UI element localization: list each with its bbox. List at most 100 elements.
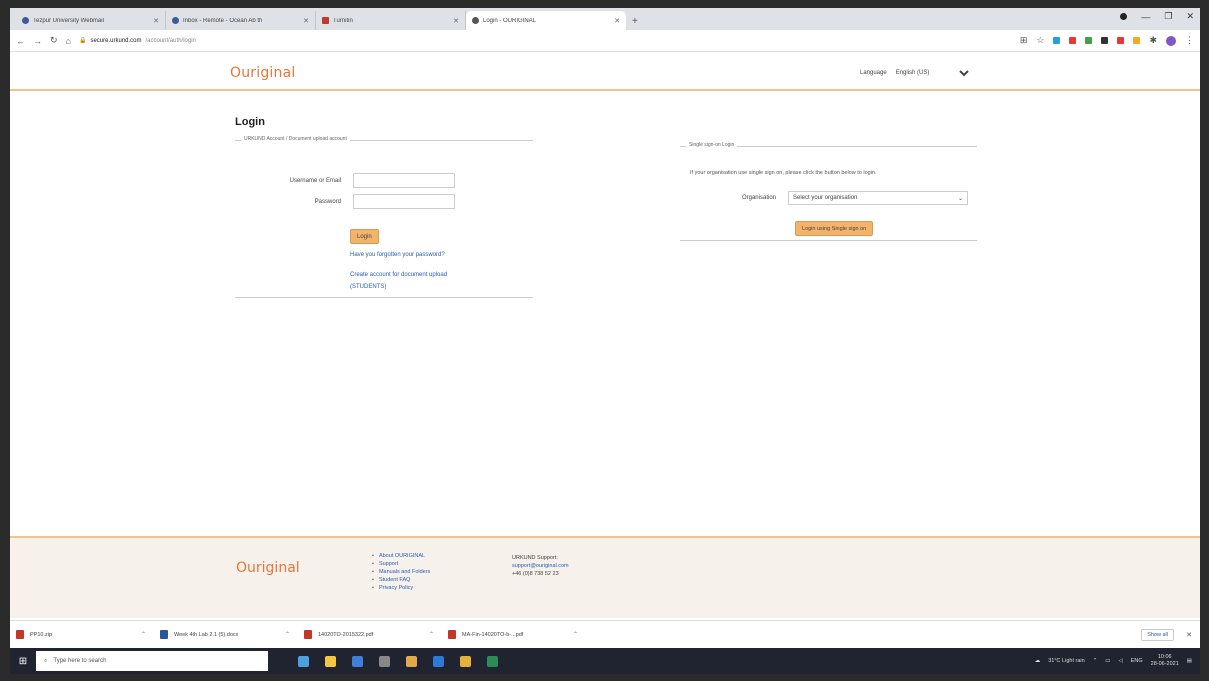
login-button[interactable]: Login <box>350 229 379 244</box>
pdf-file-icon <box>448 630 456 639</box>
site-header: Ouriginal Language English (US) <box>10 53 1200 91</box>
archive-file-icon <box>16 630 24 639</box>
chevron-up-icon[interactable]: ⌃ <box>141 631 146 638</box>
input-language[interactable]: ENG <box>1131 658 1143 664</box>
taskbar-apps <box>298 655 498 667</box>
chevron-up-icon[interactable]: ⌃ <box>1093 658 1098 664</box>
new-tab-button[interactable]: + <box>626 16 644 30</box>
chevron-up-icon[interactable]: ⌃ <box>285 631 290 638</box>
footer-link-manuals[interactable]: Manuals and Folders <box>372 568 430 576</box>
network-icon[interactable]: ▭ <box>1105 658 1110 664</box>
username-label: Username or Email <box>289 177 341 184</box>
reload-icon[interactable]: ↻ <box>50 35 58 46</box>
close-icon[interactable]: ✕ <box>453 17 459 25</box>
show-all-downloads-button[interactable]: Show all <box>1141 628 1174 641</box>
search-icon: ⌕ <box>44 657 48 664</box>
excel-icon[interactable] <box>487 655 498 667</box>
download-item[interactable]: MA-Fin-14020TO-b-...pdf ⌃ <box>448 630 578 639</box>
create-account-link[interactable]: Create account for document upload <box>350 272 447 278</box>
language-select[interactable]: English (US) <box>891 69 972 77</box>
weather-text[interactable]: 31°C Light rain <box>1048 658 1084 664</box>
windows-start-icon[interactable]: ⊞ <box>10 656 36 667</box>
organisation-select[interactable]: Select your organisation ⌄ <box>788 191 968 205</box>
home-icon[interactable]: ⌂ <box>66 36 71 46</box>
sso-description: If your organisation use single sign on,… <box>690 170 877 176</box>
tab-webmail[interactable]: Tezpur University Webmail ✕ <box>16 11 166 30</box>
tab-label: Inbox - Remote - Ocean Ab th <box>183 17 263 24</box>
close-icon[interactable]: ✕ <box>153 17 159 25</box>
translate-icon[interactable]: ⊞ <box>1020 35 1028 46</box>
tab-label: Turnitin <box>333 17 353 24</box>
support-title: URKUND Support: <box>512 555 558 561</box>
store-icon[interactable] <box>352 655 363 667</box>
close-icon[interactable]: ✕ <box>614 17 620 25</box>
close-window-icon[interactable]: ✕ <box>1186 11 1194 22</box>
password-label: Password <box>314 198 341 205</box>
volume-icon[interactable]: ◁ <box>1119 658 1123 664</box>
notes-icon[interactable] <box>460 655 471 667</box>
footer-link-about[interactable]: About OURIGINAL <box>372 552 430 560</box>
back-icon[interactable]: ← <box>16 36 25 46</box>
chrome-icon[interactable] <box>406 655 417 667</box>
footer-logo[interactable]: Ouriginal <box>236 560 300 576</box>
site-footer: Ouriginal About OURIGINAL Support Manual… <box>10 536 1200 618</box>
menu-icon[interactable]: ⋮ <box>1185 35 1194 46</box>
star-icon[interactable]: ☆ <box>1036 35 1044 46</box>
file-explorer-icon[interactable] <box>325 655 336 667</box>
extension-icon[interactable] <box>1117 37 1125 44</box>
forgot-password-link[interactable]: Have you forgotten your password? <box>350 252 445 258</box>
download-item[interactable]: PP10.zip ⌃ <box>16 630 146 639</box>
turnitin-icon <box>322 17 329 24</box>
windows-taskbar: ⊞ ⌕ Type here to search ☁ 31°C Light rai… <box>10 648 1200 674</box>
profile-avatar[interactable] <box>1166 35 1176 46</box>
extension-icon[interactable] <box>1133 37 1141 44</box>
forward-icon[interactable]: → <box>33 36 42 46</box>
tab-ouriginal-login[interactable]: Login - OURIGINAL ✕ <box>466 11 626 30</box>
close-icon[interactable]: ✕ <box>303 17 309 25</box>
extension-icon[interactable] <box>1069 37 1077 44</box>
extension-icon[interactable] <box>1053 37 1061 44</box>
sso-login-button[interactable]: Login using Single sign on <box>795 221 874 236</box>
footer-link-privacy[interactable]: Privacy Policy <box>372 584 430 592</box>
globe-icon <box>172 17 179 24</box>
download-label: Week 4th Lab 2.1 (5).docx <box>174 631 239 638</box>
tab-label: Tezpur University Webmail <box>33 17 104 24</box>
footer-link-faq[interactable]: Student FAQ <box>372 576 430 584</box>
address-bar[interactable]: 🔒 secure.urkund.com/account/auth/login <box>79 37 579 45</box>
address-path: /account/auth/login <box>145 37 196 44</box>
support-email[interactable]: support@ouriginal.com <box>512 562 569 570</box>
settings-icon[interactable] <box>379 655 390 667</box>
tab-turnitin[interactable]: Turnitin ✕ <box>316 11 466 30</box>
ouriginal-icon <box>472 17 479 24</box>
puzzle-icon[interactable]: ✱ <box>1149 35 1157 46</box>
word-icon[interactable] <box>433 655 444 667</box>
extension-icon[interactable] <box>1101 37 1109 44</box>
tab-inbox[interactable]: Inbox - Remote - Ocean Ab th ✕ <box>166 11 316 30</box>
footer-links: About OURIGINAL Support Manuals and Fold… <box>372 552 430 592</box>
browser-toolbar: ← → ↻ ⌂ 🔒 secure.urkund.com/account/auth… <box>10 30 1200 52</box>
weather-icon[interactable]: ☁ <box>1035 658 1041 664</box>
close-icon[interactable]: ✕ <box>1186 631 1192 639</box>
fieldset-legend: Single sign-on Login <box>686 142 738 148</box>
word-file-icon <box>160 630 168 639</box>
username-input[interactable] <box>353 173 455 188</box>
language-selector: Language English (US) <box>860 69 972 77</box>
task-view-icon[interactable] <box>298 655 309 667</box>
download-label: MA-Fin-14020TO-b-...pdf <box>462 631 524 638</box>
chevron-up-icon[interactable]: ⌃ <box>429 631 434 638</box>
download-item[interactable]: Week 4th Lab 2.1 (5).docx ⌃ <box>160 630 290 639</box>
restore-icon[interactable]: ❐ <box>1164 11 1172 22</box>
notifications-icon[interactable]: ▤ <box>1187 658 1192 664</box>
download-item[interactable]: 14020TO-2015322.pdf ⌃ <box>304 630 434 639</box>
page-title: Login <box>235 116 265 128</box>
ouriginal-logo[interactable]: Ouriginal <box>230 65 295 81</box>
extension-icon[interactable] <box>1085 37 1093 44</box>
taskbar-search[interactable]: ⌕ Type here to search <box>36 651 268 671</box>
chevron-up-icon[interactable]: ⌃ <box>573 631 578 638</box>
footer-link-support[interactable]: Support <box>372 560 430 568</box>
minimize-icon[interactable]: — <box>1141 12 1150 22</box>
record-icon[interactable] <box>1120 13 1128 20</box>
clock[interactable]: 10:06 28-06-2021 <box>1151 654 1179 668</box>
create-account-link-students[interactable]: (STUDENTS) <box>350 284 386 290</box>
password-input[interactable] <box>353 194 455 209</box>
